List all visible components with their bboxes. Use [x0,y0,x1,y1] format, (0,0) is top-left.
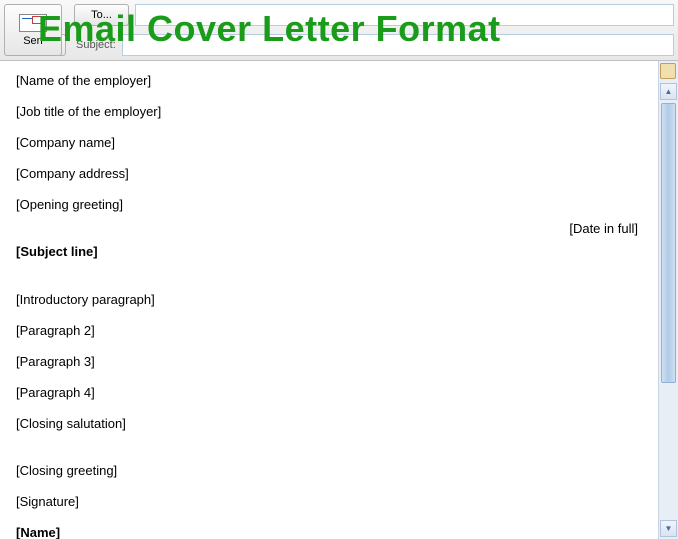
closing-line: [Closing greeting] [16,463,642,480]
name-line: [Name] [16,525,642,539]
send-button-label: Sen [23,35,43,47]
body-line: [Company name] [16,135,642,152]
body-line: [Company address] [16,166,642,183]
to-row: To... [0,0,678,30]
scroll-thumb[interactable] [661,103,676,383]
body-container: [Name of the employer] [Job title of the… [0,61,678,539]
body-line: [Job title of the employer] [16,104,642,121]
scrollbar[interactable]: ▲ ▼ [658,61,678,539]
email-header: Sen To... Account ▼ Subject: Email Cover… [0,0,678,61]
scroll-up-button[interactable]: ▲ [660,83,677,100]
body-paragraph: [Paragraph 4] [16,385,642,402]
paste-options-icon[interactable] [660,63,676,79]
body-line: [Name of the employer] [16,73,642,90]
body-paragraph: [Paragraph 3] [16,354,642,371]
body-paragraph: [Paragraph 2] [16,323,642,340]
subject-line: [Subject line] [16,244,642,261]
subject-input[interactable] [122,34,674,56]
closing-line: [Signature] [16,494,642,511]
body-line: [Opening greeting] [16,197,642,214]
subject-row: Account ▼ Subject: [0,30,678,60]
to-input[interactable] [135,4,674,26]
send-button[interactable]: Sen [4,4,62,56]
email-body[interactable]: [Name of the employer] [Job title of the… [0,61,658,539]
body-paragraph: [Introductory paragraph] [16,292,642,309]
scroll-down-button[interactable]: ▼ [660,520,677,537]
body-paragraph: [Closing salutation] [16,416,642,433]
mail-icon [19,14,47,32]
to-button[interactable]: To... [74,4,129,26]
subject-label: Subject: [76,39,116,51]
date-field: [Date in full] [569,221,638,238]
